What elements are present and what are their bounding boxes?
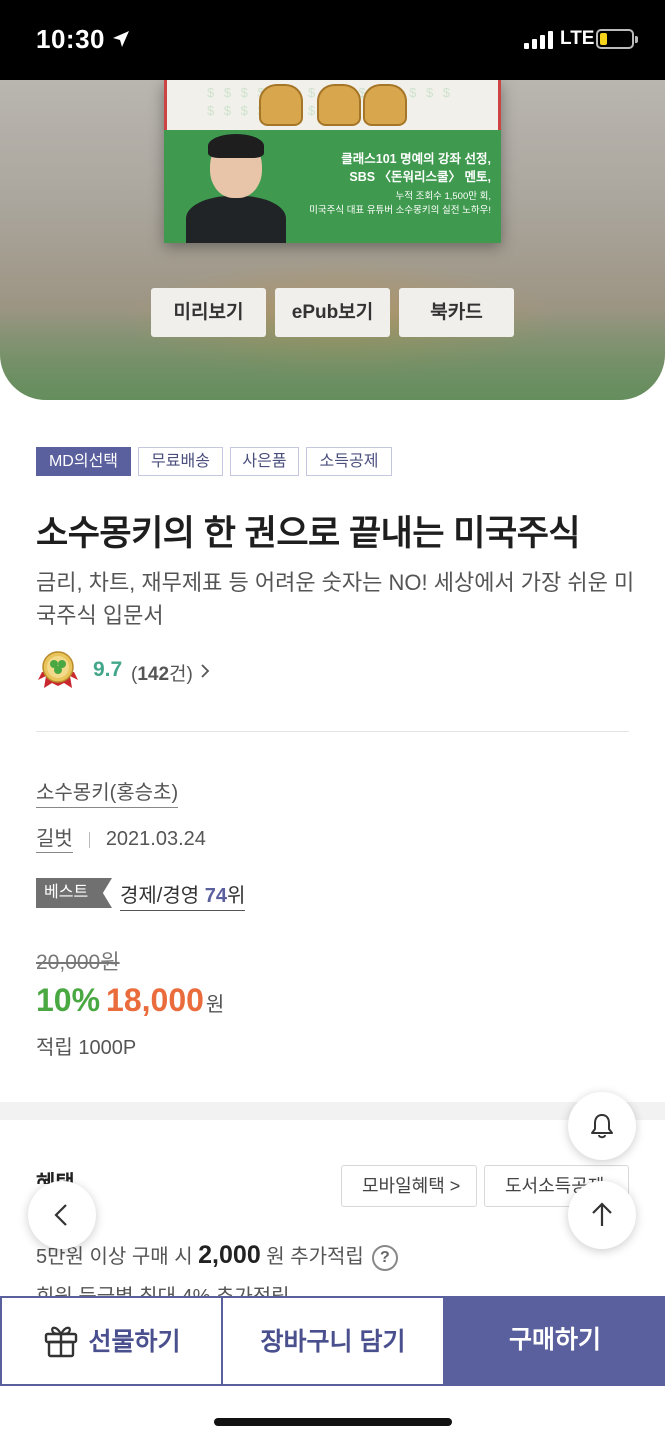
preview-button[interactable]: 미리보기 [151,288,266,337]
cover-illustration: $ $ $ $ $ $ $ $ $ $ $ $ $ $ $ $ $ $ $ $ … [164,80,501,130]
notification-button[interactable] [568,1092,636,1160]
bestseller-rank[interactable]: 경제/경영 74위 [120,879,246,911]
hero-banner: $ $ $ $ $ $ $ $ $ $ $ $ $ $ $ $ $ $ $ $ … [0,80,665,400]
currency-unit: 원 [205,994,225,1016]
cover-text-line4: 미국주식 대표 유튜버 소수몽키의 실전 노하우! [309,205,491,216]
chevron-right-icon [201,664,210,678]
chevron-left-icon [54,1204,67,1226]
benefit-extra-points: 5만원 이상 구매 시 2,000 원 추가적립? [36,1240,398,1271]
section-divider [0,1102,665,1120]
author-photo [186,134,286,243]
battery-icon [596,29,638,49]
bottom-action-bar: 선물하기 장바구니 담기 구매하기 [0,1296,665,1386]
network-type: LTE [560,28,595,49]
tag-gift: 사은품 [230,447,299,476]
cover-text-line1: 클래스101 명예의 강좌 선정, [341,152,491,166]
add-to-cart-button[interactable]: 장바구니 담기 [223,1296,445,1386]
bell-icon [591,1114,613,1139]
back-button[interactable] [28,1181,96,1249]
rating-badge-icon [38,651,78,688]
price-row: 10% 18,000 원 [36,982,224,1026]
status-bar: 10:30 LTE [0,0,665,80]
publish-date: 2021.03.24 [105,828,206,850]
book-title: 소수몽키의 한 권으로 끝내는 미국주식 [36,514,581,553]
divider [36,731,629,732]
gift-icon [45,1327,78,1358]
tag-tax-deduction: 소득공제 [306,447,392,476]
location-arrow-icon [113,31,129,47]
gift-button[interactable]: 선물하기 [0,1296,223,1386]
tag-free-shipping: 무료배송 [138,447,223,476]
home-indicator [214,1418,452,1426]
buy-button[interactable]: 구매하기 [445,1296,665,1386]
mobile-benefit-button[interactable]: 모바일혜택 > [341,1165,477,1207]
publisher-link[interactable]: 길벗 [36,828,73,853]
original-price: 20,000원 [36,951,120,974]
help-icon[interactable]: ? [371,1244,398,1271]
publisher-row: 길벗 2021.03.24 [36,822,206,853]
status-time: 10:30 [36,24,105,54]
arrow-up-icon [592,1202,612,1226]
reward-points: 적립 1000P [36,1037,137,1059]
rating-score: 9.7 [93,658,123,681]
book-subtitle: 금리, 차트, 재무제표 등 어려운 숫자는 NO! 세상에서 가장 쉬운 미국… [36,570,635,628]
book-cover[interactable]: $ $ $ $ $ $ $ $ $ $ $ $ $ $ $ $ $ $ $ $ … [164,80,501,243]
signal-icon [524,31,554,49]
tag-md-pick: MD의선택 [36,447,131,476]
book-card-button[interactable]: 북카드 [399,288,514,337]
sale-price: 18,000 [106,982,204,1018]
cover-text-line2: SBS 〈돈워리스쿨〉 멘토, [349,170,491,184]
bestseller-badge: 베스트 [36,878,112,908]
epub-preview-button[interactable]: ePub보기 [275,288,390,337]
cover-text-line3: 누적 조회수 1,500만 회, [395,191,491,202]
discount-rate: 10% [36,982,101,1018]
rating-count: (142건) [131,664,193,685]
scroll-top-button[interactable] [568,1181,636,1249]
author-link[interactable]: 소수몽키(홍승초) [36,776,179,808]
